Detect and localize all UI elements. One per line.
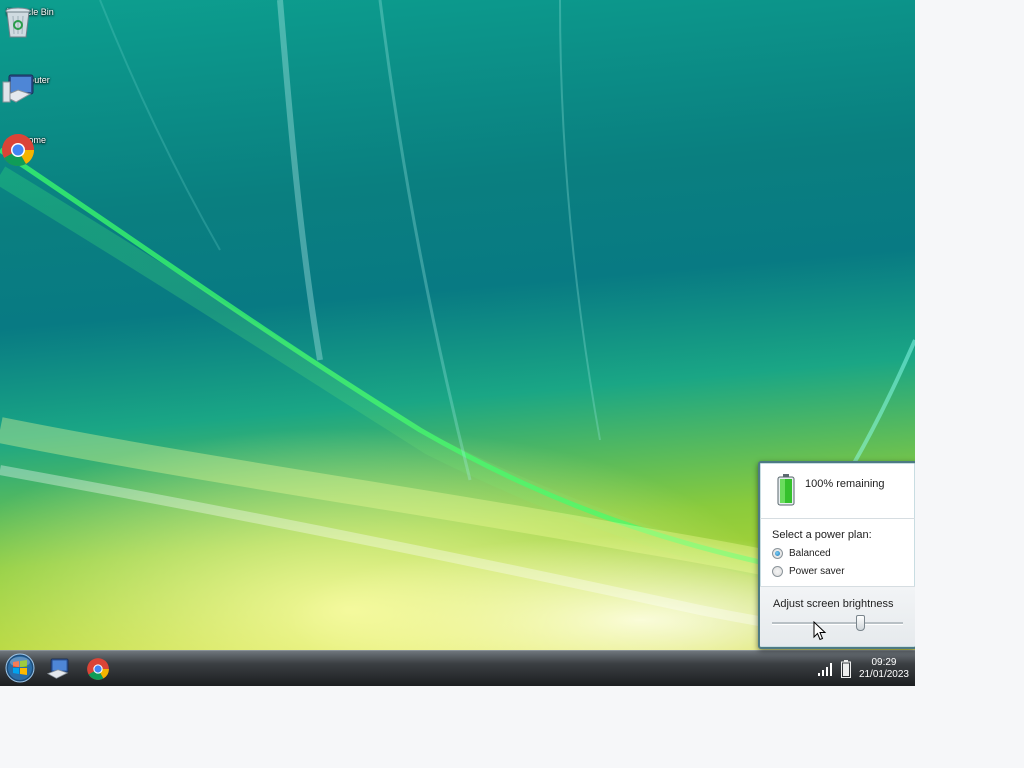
taskbar-computer-button[interactable] xyxy=(44,655,74,683)
plan-option-label: Balanced xyxy=(789,548,831,559)
windows-start-orb-icon xyxy=(5,653,35,683)
power-plan-title: Select a power plan: xyxy=(772,529,872,541)
brightness-slider-track[interactable] xyxy=(772,622,903,625)
taskbar-chrome-button[interactable] xyxy=(84,655,114,683)
desktop-icon-recycle-bin[interactable]: Recycle Bin xyxy=(0,4,60,38)
brightness-section: Adjust screen brightness xyxy=(760,586,915,646)
battery-icon[interactable] xyxy=(840,660,851,678)
brightness-label[interactable]: Adjust screen brightness xyxy=(773,598,893,610)
signal-bars-icon[interactable] xyxy=(817,661,835,677)
brightness-slider-thumb[interactable] xyxy=(855,615,865,631)
computer-icon xyxy=(2,74,34,103)
radio-balanced[interactable] xyxy=(772,548,783,559)
chrome-icon xyxy=(87,658,109,680)
radio-power-saver[interactable] xyxy=(772,566,783,577)
battery-remaining-text: 100% remaining xyxy=(805,478,885,490)
power-flyout: 100% remaining Select a power plan: Bala… xyxy=(758,461,915,649)
clock-time: 09:29 xyxy=(871,657,897,668)
desktop-icon-chrome[interactable]: Chrome xyxy=(0,132,60,167)
battery-full-icon xyxy=(777,474,795,506)
computer-icon xyxy=(46,658,69,679)
system-tray: 09:29 21/01/2023 xyxy=(817,653,909,685)
plan-option-label: Power saver xyxy=(789,566,845,577)
taskbar: 09:29 21/01/2023 xyxy=(0,650,915,686)
desktop-icon-computer[interactable]: Computer xyxy=(0,72,60,103)
mouse-cursor-icon xyxy=(813,621,827,641)
chrome-icon xyxy=(2,134,35,167)
clock[interactable]: 09:29 21/01/2023 xyxy=(859,657,909,681)
start-button[interactable] xyxy=(4,652,36,684)
desktop-screen: Recycle Bin Computer Chrome xyxy=(0,0,915,686)
battery-status-row: 100% remaining xyxy=(760,463,915,519)
plan-option-power-saver[interactable]: Power saver xyxy=(772,566,845,577)
plan-option-balanced[interactable]: Balanced xyxy=(772,548,831,559)
clock-date: 21/01/2023 xyxy=(858,669,909,680)
recycle-bin-icon xyxy=(5,7,31,38)
